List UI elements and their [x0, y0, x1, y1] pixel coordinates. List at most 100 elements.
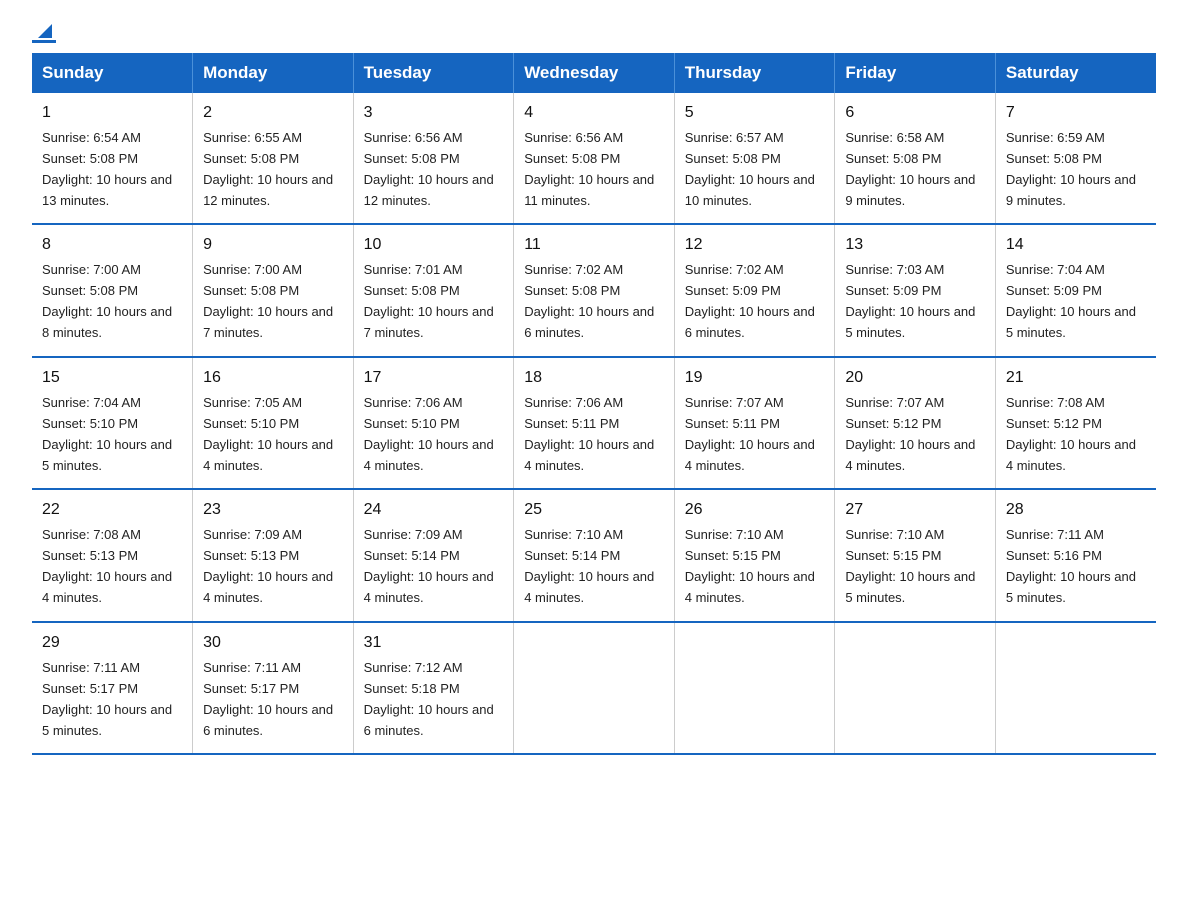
day-number: 24	[364, 498, 504, 523]
day-info: Sunrise: 7:11 AMSunset: 5:16 PMDaylight:…	[1006, 527, 1136, 605]
day-number: 19	[685, 366, 825, 391]
day-number: 14	[1006, 233, 1146, 258]
day-info: Sunrise: 7:08 AMSunset: 5:12 PMDaylight:…	[1006, 395, 1136, 473]
day-info: Sunrise: 7:04 AMSunset: 5:10 PMDaylight:…	[42, 395, 172, 473]
day-info: Sunrise: 7:08 AMSunset: 5:13 PMDaylight:…	[42, 527, 172, 605]
day-number: 13	[845, 233, 985, 258]
day-number: 23	[203, 498, 343, 523]
day-number: 6	[845, 101, 985, 126]
calendar-cell: 26Sunrise: 7:10 AMSunset: 5:15 PMDayligh…	[674, 489, 835, 621]
calendar-cell: 13 Sunrise: 7:03 AMSunset: 5:09 PMDayligh…	[835, 224, 996, 356]
calendar-cell: 24 Sunrise: 7:09 AMSunset: 5:14 PMDayligh…	[353, 489, 514, 621]
day-info: Sunrise: 7:10 AMSunset: 5:14 PMDaylight:…	[524, 527, 654, 605]
logo-triangle-icon	[34, 20, 56, 42]
day-number: 10	[364, 233, 504, 258]
day-info: Sunrise: 7:12 AMSunset: 5:18 PMDaylight:…	[364, 660, 494, 738]
day-number: 30	[203, 631, 343, 656]
day-info: Sunrise: 7:06 AMSunset: 5:11 PMDaylight:…	[524, 395, 654, 473]
day-number: 20	[845, 366, 985, 391]
day-info: Sunrise: 7:10 AMSunset: 5:15 PMDaylight:…	[845, 527, 975, 605]
day-number: 27	[845, 498, 985, 523]
day-info: Sunrise: 7:03 AMSunset: 5:09 PMDaylight:…	[845, 262, 975, 340]
day-info: Sunrise: 7:01 AMSunset: 5:08 PMDaylight:…	[364, 262, 494, 340]
header	[32, 24, 1156, 43]
calendar-cell: 23 Sunrise: 7:09 AMSunset: 5:13 PMDayligh…	[193, 489, 354, 621]
day-info: Sunrise: 7:05 AMSunset: 5:10 PMDaylight:…	[203, 395, 333, 473]
calendar-cell: 16 Sunrise: 7:05 AMSunset: 5:10 PMDayligh…	[193, 357, 354, 489]
day-number: 2	[203, 101, 343, 126]
day-info: Sunrise: 7:09 AMSunset: 5:13 PMDaylight:…	[203, 527, 333, 605]
calendar-cell: 31Sunrise: 7:12 AMSunset: 5:18 PMDayligh…	[353, 622, 514, 754]
calendar-cell: 20 Sunrise: 7:07 AMSunset: 5:12 PMDayligh…	[835, 357, 996, 489]
day-info: Sunrise: 7:02 AMSunset: 5:09 PMDaylight:…	[685, 262, 815, 340]
day-info: Sunrise: 6:55 AMSunset: 5:08 PMDaylight:…	[203, 130, 333, 208]
calendar-cell: 8Sunrise: 7:00 AMSunset: 5:08 PMDaylight…	[32, 224, 193, 356]
col-header-thursday: Thursday	[674, 53, 835, 93]
day-info: Sunrise: 7:04 AMSunset: 5:09 PMDaylight:…	[1006, 262, 1136, 340]
day-number: 11	[524, 233, 664, 258]
calendar-cell: 9 Sunrise: 7:00 AMSunset: 5:08 PMDaylight…	[193, 224, 354, 356]
day-number: 9	[203, 233, 343, 258]
calendar-cell: 14 Sunrise: 7:04 AMSunset: 5:09 PMDayligh…	[995, 224, 1156, 356]
day-info: Sunrise: 7:02 AMSunset: 5:08 PMDaylight:…	[524, 262, 654, 340]
day-info: Sunrise: 7:07 AMSunset: 5:11 PMDaylight:…	[685, 395, 815, 473]
day-info: Sunrise: 6:56 AMSunset: 5:08 PMDaylight:…	[524, 130, 654, 208]
calendar-cell: 11 Sunrise: 7:02 AMSunset: 5:08 PMDayligh…	[514, 224, 675, 356]
calendar-cell: 29 Sunrise: 7:11 AMSunset: 5:17 PMDayligh…	[32, 622, 193, 754]
calendar-cell: 5 Sunrise: 6:57 AMSunset: 5:08 PMDaylight…	[674, 93, 835, 224]
day-info: Sunrise: 7:07 AMSunset: 5:12 PMDaylight:…	[845, 395, 975, 473]
day-number: 16	[203, 366, 343, 391]
col-header-tuesday: Tuesday	[353, 53, 514, 93]
calendar-header-row: SundayMondayTuesdayWednesdayThursdayFrid…	[32, 53, 1156, 93]
day-number: 3	[364, 101, 504, 126]
day-number: 15	[42, 366, 182, 391]
day-number: 12	[685, 233, 825, 258]
week-row-5: 29 Sunrise: 7:11 AMSunset: 5:17 PMDayligh…	[32, 622, 1156, 754]
col-header-saturday: Saturday	[995, 53, 1156, 93]
page: SundayMondayTuesdayWednesdayThursdayFrid…	[0, 0, 1188, 787]
calendar-cell	[514, 622, 675, 754]
calendar-cell: 19 Sunrise: 7:07 AMSunset: 5:11 PMDayligh…	[674, 357, 835, 489]
calendar-cell: 21 Sunrise: 7:08 AMSunset: 5:12 PMDayligh…	[995, 357, 1156, 489]
calendar-table: SundayMondayTuesdayWednesdayThursdayFrid…	[32, 53, 1156, 755]
day-number: 5	[685, 101, 825, 126]
day-number: 7	[1006, 101, 1146, 126]
calendar-cell: 6 Sunrise: 6:58 AMSunset: 5:08 PMDaylight…	[835, 93, 996, 224]
day-info: Sunrise: 7:11 AMSunset: 5:17 PMDaylight:…	[42, 660, 172, 738]
day-number: 22	[42, 498, 182, 523]
calendar-cell	[835, 622, 996, 754]
calendar-cell: 1 Sunrise: 6:54 AMSunset: 5:08 PMDaylight…	[32, 93, 193, 224]
calendar-cell: 2 Sunrise: 6:55 AMSunset: 5:08 PMDaylight…	[193, 93, 354, 224]
calendar-cell: 10 Sunrise: 7:01 AMSunset: 5:08 PMDayligh…	[353, 224, 514, 356]
day-info: Sunrise: 6:59 AMSunset: 5:08 PMDaylight:…	[1006, 130, 1136, 208]
day-info: Sunrise: 7:00 AMSunset: 5:08 PMDaylight:…	[203, 262, 333, 340]
day-info: Sunrise: 6:54 AMSunset: 5:08 PMDaylight:…	[42, 130, 172, 208]
calendar-cell: 17Sunrise: 7:06 AMSunset: 5:10 PMDayligh…	[353, 357, 514, 489]
calendar-cell: 25Sunrise: 7:10 AMSunset: 5:14 PMDayligh…	[514, 489, 675, 621]
day-number: 29	[42, 631, 182, 656]
calendar-cell	[674, 622, 835, 754]
calendar-cell: 7 Sunrise: 6:59 AMSunset: 5:08 PMDaylight…	[995, 93, 1156, 224]
calendar-cell: 4Sunrise: 6:56 AMSunset: 5:08 PMDaylight…	[514, 93, 675, 224]
day-number: 1	[42, 101, 182, 126]
day-info: Sunrise: 7:10 AMSunset: 5:15 PMDaylight:…	[685, 527, 815, 605]
day-number: 17	[364, 366, 504, 391]
calendar-cell: 28Sunrise: 7:11 AMSunset: 5:16 PMDayligh…	[995, 489, 1156, 621]
calendar-cell: 12 Sunrise: 7:02 AMSunset: 5:09 PMDayligh…	[674, 224, 835, 356]
logo-underline	[32, 40, 56, 43]
day-info: Sunrise: 6:57 AMSunset: 5:08 PMDaylight:…	[685, 130, 815, 208]
calendar-cell: 27 Sunrise: 7:10 AMSunset: 5:15 PMDayligh…	[835, 489, 996, 621]
day-info: Sunrise: 7:00 AMSunset: 5:08 PMDaylight:…	[42, 262, 172, 340]
week-row-4: 22 Sunrise: 7:08 AMSunset: 5:13 PMDayligh…	[32, 489, 1156, 621]
logo	[32, 24, 56, 43]
day-info: Sunrise: 7:09 AMSunset: 5:14 PMDaylight:…	[364, 527, 494, 605]
col-header-sunday: Sunday	[32, 53, 193, 93]
calendar-cell: 3Sunrise: 6:56 AMSunset: 5:08 PMDaylight…	[353, 93, 514, 224]
week-row-2: 8Sunrise: 7:00 AMSunset: 5:08 PMDaylight…	[32, 224, 1156, 356]
day-number: 21	[1006, 366, 1146, 391]
calendar-cell: 18Sunrise: 7:06 AMSunset: 5:11 PMDayligh…	[514, 357, 675, 489]
calendar-cell	[995, 622, 1156, 754]
calendar-cell: 15 Sunrise: 7:04 AMSunset: 5:10 PMDayligh…	[32, 357, 193, 489]
day-info: Sunrise: 6:58 AMSunset: 5:08 PMDaylight:…	[845, 130, 975, 208]
day-info: Sunrise: 7:11 AMSunset: 5:17 PMDaylight:…	[203, 660, 333, 738]
